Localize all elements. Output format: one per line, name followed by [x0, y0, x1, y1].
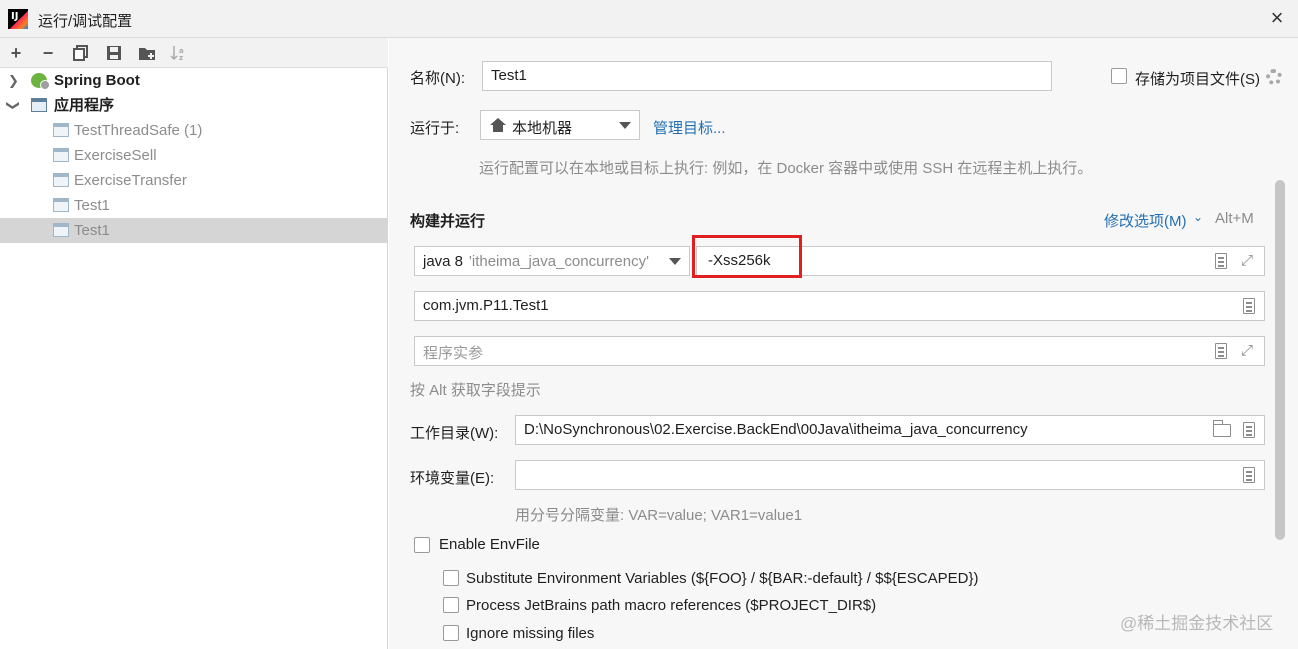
enable-envfile-label: Enable EnvFile: [439, 536, 540, 553]
sort-icon[interactable]: az: [168, 42, 190, 64]
substitute-env-checkbox[interactable]: [443, 570, 459, 586]
folder-add-icon[interactable]: [136, 42, 158, 64]
tree-item[interactable]: ExerciseSell: [0, 143, 388, 168]
document-icon[interactable]: [1243, 467, 1255, 483]
tree-item-label: Test1: [74, 222, 110, 239]
tree-group-label: Spring Boot: [54, 72, 140, 89]
tree-item-label: Test1: [74, 197, 110, 214]
name-field[interactable]: Test1: [482, 61, 1052, 91]
store-as-project-file-checkbox[interactable]: [1111, 68, 1127, 84]
ignore-missing-checkbox[interactable]: [443, 625, 459, 641]
process-macro-label: Process JetBrains path macro references …: [466, 597, 877, 614]
remove-icon[interactable]: −: [37, 42, 59, 64]
run-on-label: 运行于:: [410, 120, 460, 137]
name-label: 名称(N):: [410, 70, 465, 87]
tree-item[interactable]: ExerciseTransfer: [0, 168, 388, 193]
document-icon[interactable]: [1243, 422, 1255, 438]
application-config-icon: [53, 173, 69, 187]
spring-boot-icon: [31, 73, 50, 90]
env-label: 环境变量(E):: [410, 470, 495, 487]
close-icon[interactable]: ×: [1266, 7, 1288, 29]
folder-icon[interactable]: [1213, 420, 1231, 437]
tree-toolbar: + − az: [0, 38, 388, 68]
env-hint: 用分号分隔变量: VAR=value; VAR1=value1: [515, 507, 803, 524]
tree-item-label: ExerciseSell: [74, 147, 157, 164]
copy-icon[interactable]: [70, 42, 92, 64]
application-config-icon: [53, 148, 69, 162]
env-field[interactable]: [515, 460, 1265, 490]
tree-item[interactable]: Test1: [0, 193, 388, 218]
program-args-field[interactable]: 程序实参 ⤢: [414, 336, 1265, 366]
tree-group-application[interactable]: ❯ 应用程序: [0, 93, 388, 118]
application-config-icon: [53, 198, 69, 212]
store-as-project-file-label: 存储为项目文件(S): [1135, 71, 1260, 88]
manage-targets-link[interactable]: 管理目标...: [653, 117, 726, 138]
dropdown-arrow-icon: [619, 122, 631, 129]
document-icon[interactable]: [1215, 253, 1227, 269]
tree-group-spring-boot[interactable]: ❯ Spring Boot: [0, 68, 388, 93]
name-value: Test1: [491, 67, 527, 84]
watermark: @稀土掘金技术社区: [1120, 614, 1274, 633]
intellij-idea-icon: IJ: [8, 9, 28, 29]
gear-icon[interactable]: [1266, 69, 1282, 85]
modify-options-link[interactable]: 修改选项(M): [1104, 210, 1187, 231]
tree-item[interactable]: TestThreadSafe (1): [0, 118, 388, 143]
application-config-icon: [53, 223, 69, 237]
main-class-field[interactable]: com.jvm.P11.Test1: [414, 291, 1265, 321]
tree-group-label: 应用程序: [54, 97, 115, 114]
chevron-down-icon[interactable]: ❯: [1, 100, 26, 111]
ignore-missing-label: Ignore missing files: [466, 625, 595, 642]
alt-hint: 按 Alt 获取字段提示: [410, 382, 541, 399]
workdir-field[interactable]: D:\NoSynchronous\02.Exercise.BackEnd\00J…: [515, 415, 1265, 445]
expand-icon[interactable]: ⤢: [1239, 343, 1255, 359]
jre-module: 'itheima_java_concurrency': [469, 253, 649, 270]
main-class-value: com.jvm.P11.Test1: [423, 297, 549, 314]
vertical-scrollbar[interactable]: [1275, 180, 1285, 540]
workdir-label: 工作目录(W):: [410, 425, 499, 442]
enable-envfile-checkbox[interactable]: [414, 537, 430, 553]
tree-item-label: ExerciseTransfer: [74, 172, 187, 189]
document-icon[interactable]: [1243, 298, 1255, 314]
jre-value: java 8: [423, 253, 464, 270]
build-run-title: 构建并运行: [410, 213, 486, 230]
home-icon: [490, 118, 506, 132]
expand-icon[interactable]: ⤢: [1239, 253, 1255, 269]
application-icon: [31, 98, 47, 112]
application-config-icon: [53, 123, 69, 137]
save-icon[interactable]: [103, 42, 125, 64]
document-icon[interactable]: [1215, 343, 1227, 359]
tree-item-label: TestThreadSafe (1): [74, 122, 203, 139]
run-on-hint: 运行配置可以在本地或目标上执行: 例如，在 Docker 容器中或使用 SSH …: [479, 160, 1093, 177]
program-args-placeholder: 程序实参: [423, 345, 484, 362]
title-bar: [0, 0, 1298, 38]
dropdown-arrow-icon: [669, 258, 681, 265]
chevron-right-icon[interactable]: ❯: [8, 68, 19, 93]
highlight-box: [692, 235, 802, 278]
process-macro-checkbox[interactable]: [443, 597, 459, 613]
run-on-select[interactable]: 本地机器: [480, 110, 640, 140]
modify-options-shortcut: Alt+M: [1215, 210, 1254, 227]
chevron-down-icon[interactable]: ⌄: [1193, 210, 1203, 224]
window-title: 运行/调试配置: [38, 13, 133, 30]
add-icon[interactable]: +: [5, 42, 27, 64]
substitute-env-label: Substitute Environment Variables (${FOO}…: [466, 570, 979, 587]
tree-item-selected[interactable]: Test1: [0, 218, 388, 243]
jre-select[interactable]: java 8 'itheima_java_concurrency': [414, 246, 690, 276]
svg-text:z: z: [179, 54, 183, 61]
workdir-value: D:\NoSynchronous\02.Exercise.BackEnd\00J…: [524, 421, 1028, 438]
run-on-value: 本地机器: [512, 120, 573, 137]
